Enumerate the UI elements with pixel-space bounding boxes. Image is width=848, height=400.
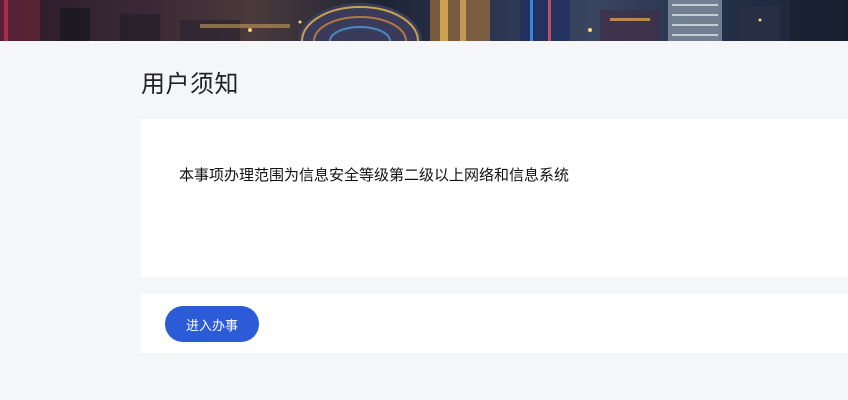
page-title: 用户须知 bbox=[141, 70, 239, 98]
notice-text: 本事项办理范围为信息安全等级第二级以上网络和信息系统 bbox=[179, 166, 570, 184]
notice-card: 本事项办理范围为信息安全等级第二级以上网络和信息系统 bbox=[141, 119, 848, 277]
enter-service-button[interactable]: 进入办事 bbox=[165, 306, 259, 342]
action-bar: 进入办事 bbox=[141, 294, 848, 353]
header-banner-image bbox=[0, 0, 848, 41]
city-skyline-image bbox=[0, 0, 848, 41]
